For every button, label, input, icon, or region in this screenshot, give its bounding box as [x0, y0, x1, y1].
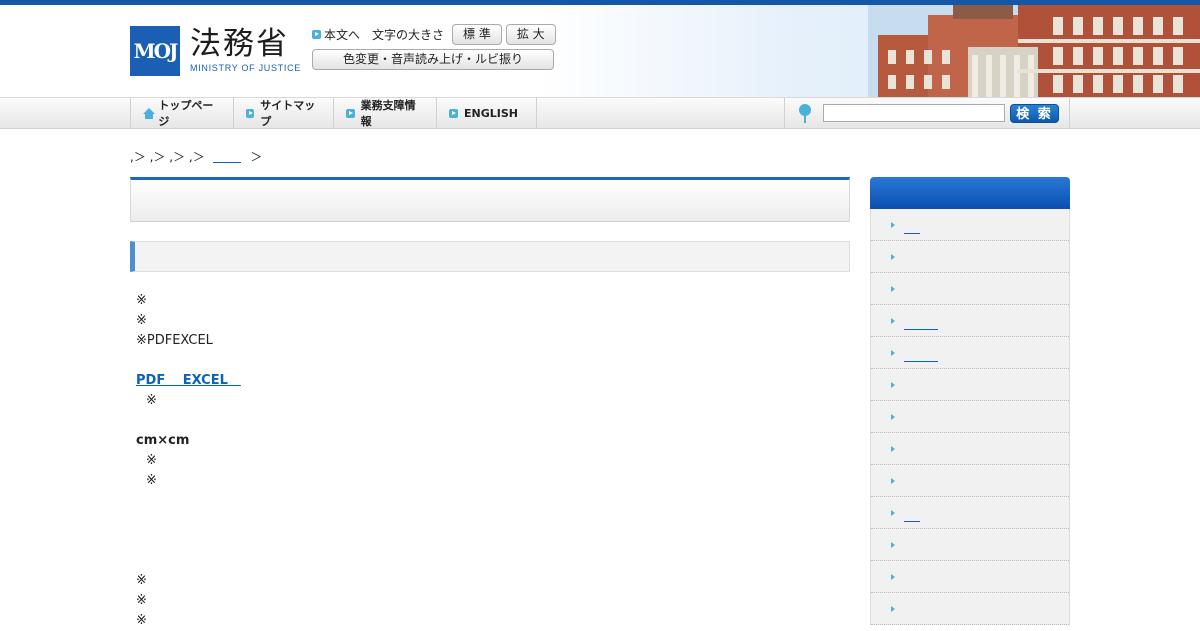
pdf-excel-download-link[interactable]: PDF EXCEL [136, 373, 241, 388]
header-tools: 本文へ 文字の大きさ 標 準 拡 大 色変更・音声読み上げ・ルビ振り [312, 23, 556, 70]
side-nav-item[interactable] [871, 209, 1069, 241]
breadcrumb-end: ＞ [250, 150, 263, 164]
arrow-icon [891, 573, 895, 580]
search-button[interactable]: 検 索 [1010, 103, 1059, 123]
arrow-icon [891, 541, 895, 548]
side-nav-item[interactable] [871, 561, 1069, 593]
main-content: ※ ※ ※PDFEXCEL PDF EXCEL ※ cm×cm ※ ※ ※ ※ … [136, 291, 241, 631]
arrow-icon [891, 509, 895, 516]
side-nav-item[interactable] [871, 401, 1069, 433]
arrow-icon [891, 221, 895, 228]
side-nav-item[interactable] [871, 433, 1069, 465]
font-size-label: 文字の大きさ [372, 27, 445, 42]
content-note: ※ [136, 613, 147, 628]
side-nav-item[interactable] [871, 497, 1069, 529]
building-photo [868, 5, 1200, 97]
breadcrumb: ,＞ ,＞ ,＞ ,＞ ＞ [130, 148, 262, 165]
breadcrumb-trail: ,＞ ,＞ ,＞ ,＞ [130, 150, 205, 164]
breadcrumb-link[interactable] [212, 151, 241, 163]
nav-home[interactable]: トップページ [131, 98, 234, 128]
content-note: ※ [146, 473, 157, 488]
nav-support[interactable]: 業務支障情報 [334, 98, 437, 128]
size-label: cm×cm [136, 433, 190, 448]
side-nav-item[interactable] [871, 305, 1069, 337]
page-title [130, 177, 850, 222]
nav-support-label: 業務支障情報 [360, 99, 416, 128]
arrow-icon [891, 605, 895, 612]
side-nav [870, 177, 1070, 625]
nav-english[interactable]: ENGLISH [437, 98, 537, 128]
site-search: 検 索 [784, 98, 1070, 128]
arrow-icon [891, 477, 895, 484]
font-large-button[interactable]: 拡 大 [505, 23, 556, 45]
search-pin-icon [799, 103, 811, 123]
content-note: ※ [136, 573, 147, 588]
arrow-icon [891, 253, 895, 260]
arrow-bullet-icon [246, 108, 255, 118]
arrow-icon [891, 349, 895, 356]
arrow-bullet-icon [449, 108, 458, 118]
nav-sitemap[interactable]: サイトマップ [234, 98, 334, 128]
nav-sitemap-label: サイトマップ [260, 99, 316, 128]
nav-english-label: ENGLISH [464, 106, 518, 120]
side-nav-item[interactable] [871, 337, 1069, 369]
global-nav: トップページ サイトマップ 業務支障情報 ENGLISH 検 索 [0, 97, 1200, 129]
side-nav-item[interactable] [871, 465, 1069, 497]
arrow-icon [891, 285, 895, 292]
arrow-bullet-icon [312, 29, 321, 39]
moj-logo-mark: MOJ [130, 26, 180, 76]
logo-title: 法務省 [190, 26, 289, 62]
side-nav-item[interactable] [871, 273, 1069, 305]
home-icon [143, 107, 156, 119]
content-note: ※ [146, 393, 157, 408]
arrow-icon [891, 381, 895, 388]
logo-subtitle: MINISTRY OF JUSTICE [190, 63, 301, 73]
arrow-bullet-icon [346, 108, 355, 118]
arrow-icon [891, 317, 895, 324]
skip-to-content-link[interactable]: 本文へ [324, 26, 360, 43]
site-logo[interactable]: MOJ 法務省 MINISTRY OF JUSTICE [130, 26, 301, 76]
font-standard-button[interactable]: 標 準 [452, 23, 502, 45]
nav-home-label: トップページ [158, 99, 214, 128]
accessibility-button[interactable]: 色変更・音声読み上げ・ルビ振り [312, 49, 554, 70]
content-line: ※PDFEXCEL [136, 333, 213, 348]
content-line: ※ [136, 293, 147, 308]
side-nav-item[interactable] [871, 241, 1069, 273]
side-nav-header [870, 177, 1070, 209]
search-input[interactable] [823, 104, 1005, 122]
site-header: MOJ 法務省 MINISTRY OF JUSTICE 本文へ 文字の大きさ 標… [0, 5, 1200, 97]
section-heading [130, 241, 850, 272]
side-nav-item[interactable] [871, 369, 1069, 401]
content-note: ※ [136, 593, 147, 608]
content-note: ※ [146, 453, 157, 468]
content-line: ※ [136, 313, 147, 328]
side-nav-item[interactable] [871, 593, 1069, 625]
arrow-icon [891, 413, 895, 420]
side-nav-item[interactable] [871, 529, 1069, 561]
arrow-icon [891, 445, 895, 452]
